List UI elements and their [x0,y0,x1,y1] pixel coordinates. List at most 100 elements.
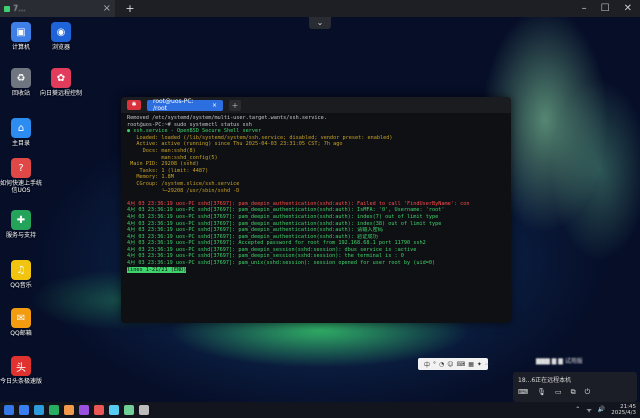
desktop-icon-label: 浏览器 [51,44,70,51]
app-icon: ◉ [51,22,71,42]
taskbar-app-icon[interactable] [79,405,89,415]
desktop-icon-label: 主目录 [11,140,30,147]
ime-item-icon[interactable]: ☺ [447,361,453,368]
terminal-line: 4月 03 23:36:19 uos-PC sshd[37697]: pam_d… [127,253,404,260]
app-icon: ✉ [11,308,31,328]
desktop-icon-label: 如何快速上手统信UOS [0,180,42,194]
terminal-line: CGroup: /system.slice/ssh.service [127,180,240,187]
session-tab-title: 7... [13,4,26,13]
app-icon: ✚ [11,210,31,230]
desktop-icon[interactable]: ◉ 浏览器 [39,22,83,51]
launcher-icon[interactable] [4,405,14,415]
taskbar: ⌃ ᯤ 🔊 21:45 2025/4/3 [0,402,640,418]
ime-item-icon[interactable]: ⌨ [457,361,466,368]
clock[interactable]: 21:45 2025/4/3 [611,404,636,416]
ime-item-icon[interactable]: ✦ [477,361,482,368]
taskbar-app-icon[interactable] [64,405,74,415]
new-tab-button[interactable]: + [123,2,137,15]
terminal-tab[interactable]: root@uos-PC: /root × [147,98,223,112]
terminal-line: 4月 03 23:36:19 uos-PC sshd[37697]: pam_d… [127,200,470,207]
notification-text: 18...6正在远程本机 [518,377,572,384]
notification-action-icon[interactable]: ⌨ [518,388,528,397]
terminal-line: man:sshd_config(5) [127,154,218,161]
add-terminal-tab-button[interactable]: + [229,99,241,111]
terminal-app-icon: ✱ [127,100,141,110]
notification-action-icon[interactable]: ⧉ [571,388,576,397]
desktop-icon-label: QQ邮箱 [10,330,32,337]
app-icon: ♫ [11,260,31,280]
desktop-icon[interactable]: 头今日头条极速版 [0,356,43,385]
taskbar-app-icon[interactable] [19,405,29,415]
ime-item-icon[interactable]: 中 [424,360,430,369]
taskbar-app-icon[interactable] [34,405,44,415]
minimize-button[interactable]: – [582,3,587,14]
terminal-line: 4月 03 23:36:19 uos-PC sshd[37697]: pam_d… [127,233,378,240]
tray-icon[interactable]: ᯤ [586,406,591,414]
terminal-line: Active: active (running) since Thu 2025-… [127,141,343,148]
taskbar-app-icon[interactable] [109,405,119,415]
desktop-icon[interactable]: ♻ 回收站 [0,68,43,97]
remote-control-notification: 18...6正在远程本机 ⌨ 🎙 ▭ ⧉ ⏻ [513,372,637,402]
terminal-line: Docs: man:sshd(8) [127,147,196,154]
desktop-icon-label: 今日头条极速版 [0,378,42,385]
close-tab-icon[interactable]: × [103,3,111,14]
desktop-icon[interactable]: ✉ QQ邮箱 [0,308,43,337]
desktop-icon[interactable]: ✿ 向日葵远程控制 [39,68,83,97]
ime-item-icon[interactable]: ▦ [468,361,474,368]
desktop-icon[interactable]: ✚ 服务与支持 [0,210,43,239]
terminal-line: 4月 03 23:36:19 uos-PC sshd[37697]: pam_d… [127,227,383,234]
taskbar-apps [19,405,149,415]
terminal-line: Removed /etc/systemd/system/multi-user.t… [127,115,327,121]
terminal-line: 4月 03 23:36:19 uos-PC sshd[37697]: pam_d… [127,207,445,214]
terminal-output[interactable]: Removed /etc/systemd/system/multi-user.t… [121,113,511,275]
taskbar-app-icon[interactable] [94,405,104,415]
notification-action-icon[interactable]: 🎙 [537,388,546,397]
terminal-window[interactable]: ✱ root@uos-PC: /root × + Removed /etc/sy… [121,97,511,323]
terminal-line: 4月 03 23:36:19 uos-PC sshd[37697]: pam_d… [127,246,417,253]
terminal-titlebar: ✱ root@uos-PC: /root × + [121,97,511,113]
terminal-line: Tasks: 1 (limit: 4487) [127,167,209,174]
notification-action-icon[interactable]: ⏻ [585,388,591,397]
terminal-line: 4月 03 23:36:19 uos-PC sshd[37697]: pam_d… [127,213,439,220]
app-icon: ♻ [11,68,31,88]
app-icon: 头 [11,356,31,376]
app-icon: ? [11,158,31,178]
desktop-icon-label: 计算机 [11,44,30,51]
window-controls: – ☐ ✕ [582,3,640,14]
desktop-icon[interactable]: ♫ QQ音乐 [0,260,43,289]
taskbar-app-icon[interactable] [124,405,134,415]
ime-item-icon[interactable]: ⋯ [485,361,491,368]
ime-item-icon[interactable]: ◔ [439,361,444,368]
collapse-toolbar-button[interactable]: ⌄ [309,17,331,29]
desktop-icon-label: 回收站 [11,90,30,97]
close-terminal-tab-icon[interactable]: × [212,102,217,109]
notification-actions: ⌨ 🎙 ▭ ⧉ ⏻ [518,388,632,397]
taskbar-app-icon[interactable] [49,405,59,415]
notification-action-icon[interactable]: ▭ [555,388,562,397]
remote-session-tab[interactable]: 7... × [0,0,115,17]
tray-icon[interactable]: 🔊 [598,406,605,414]
terminal-line: Main PID: 29208 (sshd) [127,161,199,168]
system-tray: ⌃ ᯤ 🔊 21:45 2025/4/3 [575,404,636,416]
tray-icon[interactable]: ⌃ [575,406,580,414]
maximize-button[interactable]: ☐ [601,3,610,14]
pager-status-text: lines 1-21/21 (END) [127,266,187,273]
terminal-line: └─29208 /usr/sbin/sshd -D [127,187,240,194]
app-icon: ⌂ [11,118,31,138]
clock-date: 2025/4/3 [611,410,636,416]
desktop-icon-label: QQ音乐 [10,282,32,289]
desktop-icon[interactable]: ? 如何快速上手统信UOS [0,158,43,194]
input-method-toolbar[interactable]: 中 ° ◔ ☺ ⌨ ▦ ✦ ⋯ [418,358,491,370]
close-window-button[interactable]: ✕ [624,3,632,14]
desktop-icon[interactable]: ▣ 计算机 [0,22,43,51]
session-status-icon [4,5,10,12]
terminal-line: Loaded: loaded (/lib/systemd/system/ssh.… [127,134,393,141]
terminal-line: ● ssh.service - OpenBSD Secure Shell ser… [127,128,262,135]
tray-icons: ⌃ ᯤ 🔊 [575,406,605,414]
ime-item-icon[interactable]: ° [433,361,436,368]
app-icon: ✿ [51,68,71,88]
taskbar-app-icon[interactable] [139,405,149,415]
desktop-icon[interactable]: ⌂ 主目录 [0,118,43,147]
terminal-line: Memory: 1.8M [127,174,174,181]
